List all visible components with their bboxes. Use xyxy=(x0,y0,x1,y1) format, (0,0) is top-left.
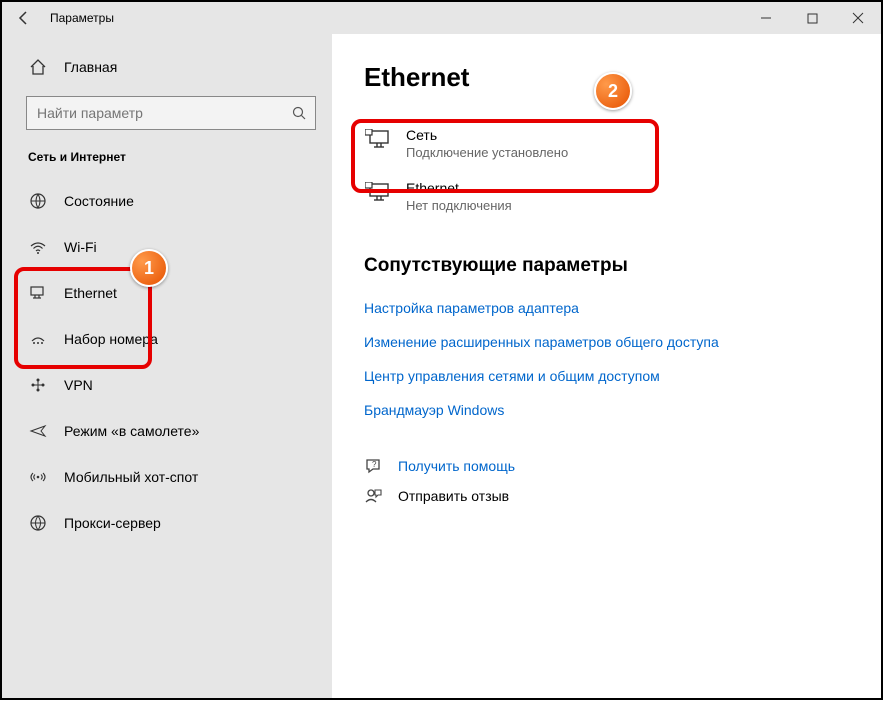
link-sharing-options[interactable]: Изменение расширенных параметров общего … xyxy=(364,325,871,359)
airplane-icon xyxy=(28,422,48,440)
link-adapter-options[interactable]: Настройка параметров адаптера xyxy=(364,291,871,325)
sidebar-item-label: Состояние xyxy=(64,193,134,209)
home-icon xyxy=(28,58,48,76)
sidebar-item-label: Набор номера xyxy=(64,331,158,347)
hotspot-icon xyxy=(28,468,48,486)
minimize-button[interactable] xyxy=(743,2,789,34)
sidebar-item-label: VPN xyxy=(64,377,93,393)
sidebar-item-dialup[interactable]: Набор номера xyxy=(2,316,332,362)
sidebar-item-home[interactable]: Главная xyxy=(2,52,332,82)
search-field[interactable] xyxy=(35,104,292,122)
step-badge-1: 1 xyxy=(130,249,168,287)
link-network-center[interactable]: Центр управления сетями и общим доступом xyxy=(364,359,871,393)
network-status: Нет подключения xyxy=(406,198,512,213)
network-status: Подключение установлено xyxy=(406,145,568,160)
main-content: Ethernet Сеть Подключение установлено Et… xyxy=(332,34,881,698)
sidebar-item-proxy[interactable]: Прокси-сервер xyxy=(2,500,332,546)
wifi-icon xyxy=(28,238,48,256)
back-button[interactable] xyxy=(2,10,46,26)
network-name: Сеть xyxy=(406,127,568,143)
sidebar-item-label: Ethernet xyxy=(64,285,117,301)
network-name: Ethernet xyxy=(406,180,512,196)
settings-window: Параметры Главная Сет xyxy=(0,0,883,700)
link-firewall[interactable]: Брандмауэр Windows xyxy=(364,393,871,427)
sidebar-item-hotspot[interactable]: Мобильный хот-спот xyxy=(2,454,332,500)
sidebar: Главная Сеть и Интернет Состояние Wi-Fi xyxy=(2,34,332,698)
sidebar-item-label: Мобильный хот-спот xyxy=(64,469,198,485)
network-item-connected[interactable]: Сеть Подключение установлено xyxy=(364,117,871,170)
network-item-disconnected[interactable]: Ethernet Нет подключения xyxy=(364,170,871,223)
titlebar: Параметры xyxy=(2,2,881,34)
sidebar-section-title: Сеть и Интернет xyxy=(2,150,332,178)
give-feedback-row[interactable]: Отправить отзыв xyxy=(364,481,871,511)
help-icon: ? xyxy=(364,457,384,475)
window-title: Параметры xyxy=(46,11,114,25)
feedback-label: Отправить отзыв xyxy=(398,488,509,504)
proxy-icon xyxy=(28,514,48,532)
close-button[interactable] xyxy=(835,2,881,34)
dialup-icon xyxy=(28,330,48,348)
monitor-icon xyxy=(364,180,392,213)
search-icon xyxy=(292,106,307,121)
vpn-icon xyxy=(28,376,48,394)
step-badge-2: 2 xyxy=(594,72,632,110)
sidebar-item-label: Wi-Fi xyxy=(64,239,97,255)
ethernet-icon xyxy=(28,284,48,302)
sidebar-item-label: Прокси-сервер xyxy=(64,515,161,531)
help-link: Получить помощь xyxy=(398,458,515,474)
sidebar-item-ethernet[interactable]: Ethernet xyxy=(2,270,332,316)
svg-text:?: ? xyxy=(372,460,377,469)
sidebar-item-status[interactable]: Состояние xyxy=(2,178,332,224)
monitor-icon xyxy=(364,127,392,160)
sidebar-item-airplane[interactable]: Режим «в самолете» xyxy=(2,408,332,454)
sidebar-home-label: Главная xyxy=(64,59,117,75)
get-help-row[interactable]: ? Получить помощь xyxy=(364,451,871,481)
related-settings-heading: Сопутствующие параметры xyxy=(364,255,871,277)
sidebar-item-vpn[interactable]: VPN xyxy=(2,362,332,408)
maximize-button[interactable] xyxy=(789,2,835,34)
feedback-icon xyxy=(364,487,384,505)
status-icon xyxy=(28,192,48,210)
sidebar-item-label: Режим «в самолете» xyxy=(64,423,199,439)
search-input[interactable] xyxy=(26,96,316,130)
